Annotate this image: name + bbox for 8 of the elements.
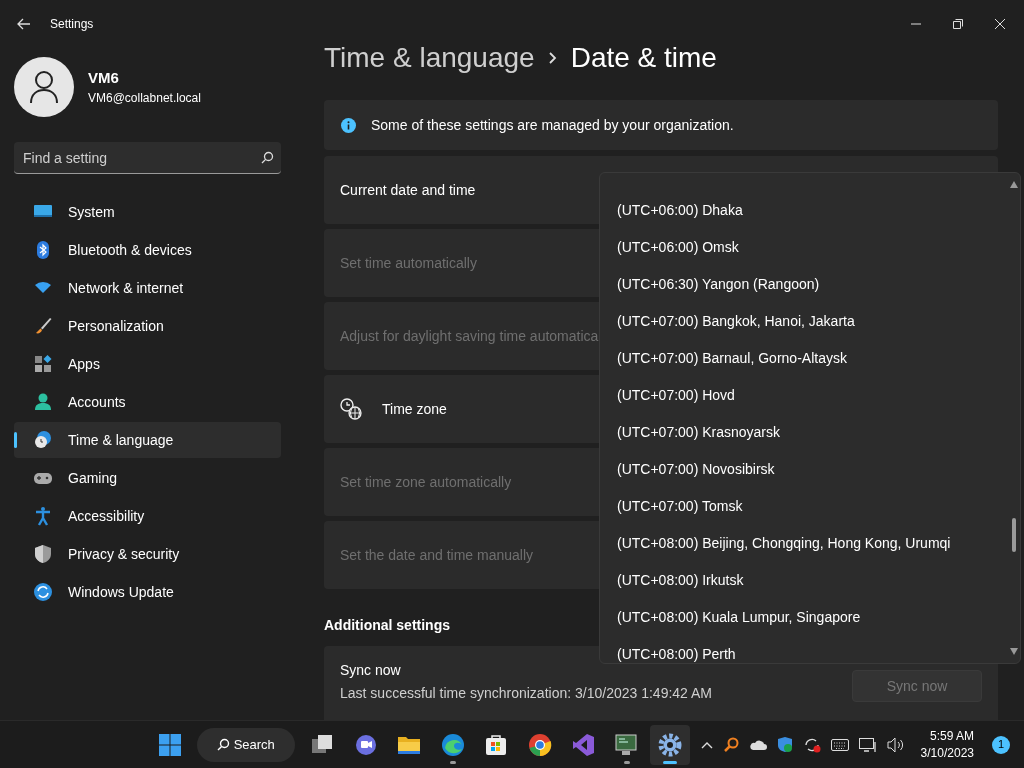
page-title: Date & time	[570, 41, 717, 75]
window-title: Settings	[50, 16, 94, 33]
user-name: VM6	[88, 67, 120, 88]
sync-detail: Last successful time synchronization: 3/10/2023 1:49:42 AM	[340, 684, 712, 703]
info-text: Some of these settings are managed by your organization.	[371, 115, 734, 135]
section-heading: Additional settings	[324, 617, 450, 633]
user-email: VM6@collabnet.local	[88, 90, 201, 108]
sync-title: Sync now	[340, 661, 402, 680]
